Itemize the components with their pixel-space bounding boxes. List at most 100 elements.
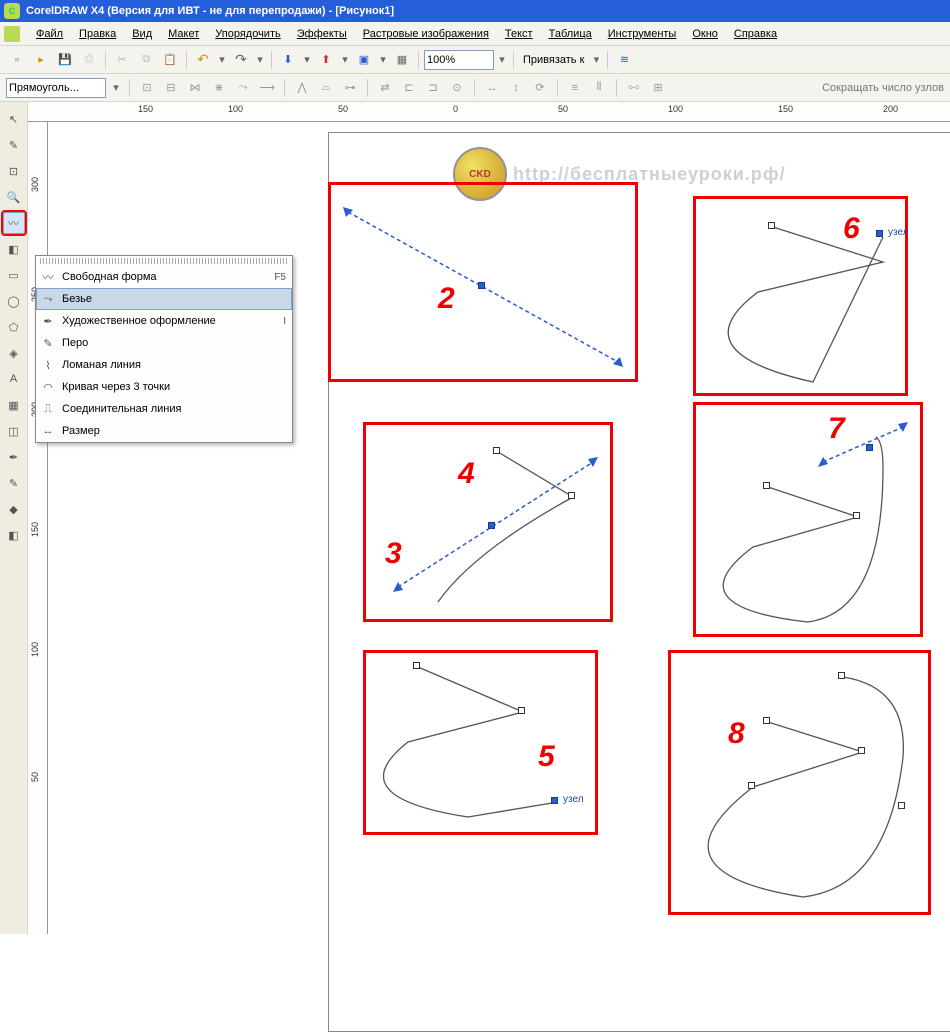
dropdown-icon[interactable]: ▾ bbox=[377, 53, 389, 66]
options-button[interactable]: ≋ bbox=[613, 49, 635, 71]
control-node bbox=[866, 444, 873, 451]
menu-bar: Файл Правка Вид Макет Упорядочить Эффект… bbox=[0, 22, 950, 46]
welcome-button[interactable]: ▦ bbox=[391, 49, 413, 71]
fill-tool[interactable]: ◆ bbox=[3, 498, 25, 520]
menu-arrange[interactable]: Упорядочить bbox=[207, 25, 288, 43]
copy-button[interactable]: ⧉ bbox=[135, 49, 157, 71]
control-node bbox=[478, 282, 485, 289]
snap-dropdown-icon[interactable]: ▾ bbox=[590, 53, 602, 66]
menu-edit[interactable]: Правка bbox=[71, 25, 124, 43]
menu-window[interactable]: Окно bbox=[684, 25, 726, 43]
undo-dropdown-icon[interactable]: ▾ bbox=[216, 53, 228, 66]
flyout-freehand[interactable]: 〰 Свободная форма F5 bbox=[36, 266, 292, 288]
menu-layout[interactable]: Макет bbox=[160, 25, 207, 43]
shape-select[interactable] bbox=[6, 78, 106, 98]
eyedropper-tool[interactable]: ✒ bbox=[3, 446, 25, 468]
ruler-v-tick: 100 bbox=[30, 642, 40, 657]
app-logo-icon: C bbox=[4, 3, 20, 19]
menu-file[interactable]: Файл bbox=[28, 25, 71, 43]
menu-table[interactable]: Таблица bbox=[541, 25, 600, 43]
basic-shapes-tool[interactable]: ◈ bbox=[3, 342, 25, 364]
curve-to-line-icon[interactable]: ⟶ bbox=[257, 78, 277, 98]
align-h-icon[interactable]: ≡ bbox=[565, 78, 585, 98]
shape-dropdown-icon[interactable]: ▾ bbox=[110, 81, 122, 94]
canvas-area[interactable]: ⊕ 150 100 50 0 50 100 150 200 300 250 20… bbox=[28, 102, 950, 934]
open-button[interactable]: ▸ bbox=[30, 49, 52, 71]
redo-button[interactable]: ↷ bbox=[230, 49, 252, 71]
menu-effects[interactable]: Эффекты bbox=[289, 25, 355, 43]
smooth-node-icon[interactable]: ⌓ bbox=[316, 78, 336, 98]
extract-icon[interactable]: ⊏ bbox=[399, 78, 419, 98]
print-button[interactable]: ⎙ bbox=[78, 49, 100, 71]
dropdown-icon[interactable]: ▾ bbox=[339, 53, 351, 66]
flyout-label: Перо bbox=[62, 337, 286, 349]
menu-view[interactable]: Вид bbox=[124, 25, 160, 43]
align-v-icon[interactable]: ⦀ bbox=[589, 78, 609, 98]
freehand-flyout-tool[interactable]: 〰 bbox=[3, 212, 25, 234]
flyout-pen[interactable]: ✎ Перо bbox=[36, 332, 292, 354]
stretch-v-icon[interactable]: ↕ bbox=[506, 78, 526, 98]
close-curve-icon[interactable]: ⊙ bbox=[447, 78, 467, 98]
separator bbox=[105, 51, 106, 69]
document-icon bbox=[4, 26, 20, 42]
separator bbox=[186, 51, 187, 69]
rotate-icon[interactable]: ⟳ bbox=[530, 78, 550, 98]
export-button[interactable]: ⬆ bbox=[315, 49, 337, 71]
flyout-bezier[interactable]: ⤳ Безье bbox=[36, 288, 292, 310]
flyout-artistic[interactable]: ✒ Художественное оформление I bbox=[36, 310, 292, 332]
symmetric-node-icon[interactable]: ⊶ bbox=[340, 78, 360, 98]
red-number-3: 3 bbox=[385, 537, 402, 571]
save-button[interactable]: 💾 bbox=[54, 49, 76, 71]
undo-button[interactable]: ↶ bbox=[192, 49, 214, 71]
interactive-tool[interactable]: ◫ bbox=[3, 420, 25, 442]
polygon-tool[interactable]: ⬠ bbox=[3, 316, 25, 338]
stretch-h-icon[interactable]: ↔ bbox=[482, 78, 502, 98]
flyout-connector[interactable]: ⎍ Соединительная линия bbox=[36, 398, 292, 420]
new-button[interactable]: ▫ bbox=[6, 49, 28, 71]
zoom-dropdown-icon[interactable]: ▾ bbox=[496, 53, 508, 66]
cut-button[interactable]: ✂ bbox=[111, 49, 133, 71]
cusp-node-icon[interactable]: ⋀ bbox=[292, 78, 312, 98]
paste-button[interactable]: 📋 bbox=[159, 49, 181, 71]
dropdown-icon[interactable]: ▾ bbox=[301, 53, 313, 66]
redo-dropdown-icon[interactable]: ▾ bbox=[254, 53, 266, 66]
crop-tool[interactable]: ⊡ bbox=[3, 160, 25, 182]
snap-to-label[interactable]: Привязать к bbox=[519, 54, 588, 66]
import-button[interactable]: ⬇ bbox=[277, 49, 299, 71]
select-all-icon[interactable]: ⊞ bbox=[648, 78, 668, 98]
node-add-icon[interactable]: ⊡ bbox=[137, 78, 157, 98]
smart-fill-tool[interactable]: ◧ bbox=[3, 238, 25, 260]
step6-curve bbox=[698, 217, 903, 387]
zoom-input[interactable] bbox=[424, 50, 494, 70]
interactive-fill-tool[interactable]: ◧ bbox=[3, 524, 25, 546]
flyout-dimension[interactable]: ↔ Размер bbox=[36, 420, 292, 442]
node-delete-icon[interactable]: ⊟ bbox=[161, 78, 181, 98]
flyout-polyline[interactable]: ⌇ Ломаная линия bbox=[36, 354, 292, 376]
text-tool[interactable]: A bbox=[3, 368, 25, 390]
rectangle-tool[interactable]: ▭ bbox=[3, 264, 25, 286]
threepoint-icon: ◠ bbox=[38, 379, 58, 395]
ruler-h-tick: 50 bbox=[338, 104, 348, 114]
node-join-icon[interactable]: ⋈ bbox=[185, 78, 205, 98]
zoom-tool[interactable]: 🔍 bbox=[3, 186, 25, 208]
menu-help[interactable]: Справка bbox=[726, 25, 785, 43]
horizontal-ruler: 150 100 50 0 50 100 150 200 bbox=[28, 102, 950, 122]
menu-bitmaps[interactable]: Растровые изображения bbox=[355, 25, 497, 43]
extend-icon[interactable]: ⊐ bbox=[423, 78, 443, 98]
outline-tool[interactable]: ✎ bbox=[3, 472, 25, 494]
elastic-icon[interactable]: ⧟ bbox=[624, 78, 644, 98]
node-break-icon[interactable]: ⋇ bbox=[209, 78, 229, 98]
table-tool[interactable]: ▦ bbox=[3, 394, 25, 416]
vertical-ruler: 300 250 200 150 100 50 bbox=[28, 122, 48, 934]
menu-tools[interactable]: Инструменты bbox=[600, 25, 685, 43]
flyout-3point[interactable]: ◠ Кривая через 3 точки bbox=[36, 376, 292, 398]
ruler-h-tick: 150 bbox=[138, 104, 153, 114]
reverse-icon[interactable]: ⇄ bbox=[375, 78, 395, 98]
line-to-curve-icon[interactable]: ⤳ bbox=[233, 78, 253, 98]
shape-tool[interactable]: ✎ bbox=[3, 134, 25, 156]
menu-text[interactable]: Текст bbox=[497, 25, 541, 43]
pick-tool[interactable]: ↖ bbox=[3, 108, 25, 130]
ellipse-tool[interactable]: ◯ bbox=[3, 290, 25, 312]
app-launcher-button[interactable]: ▣ bbox=[353, 49, 375, 71]
flyout-grip[interactable] bbox=[40, 258, 288, 264]
